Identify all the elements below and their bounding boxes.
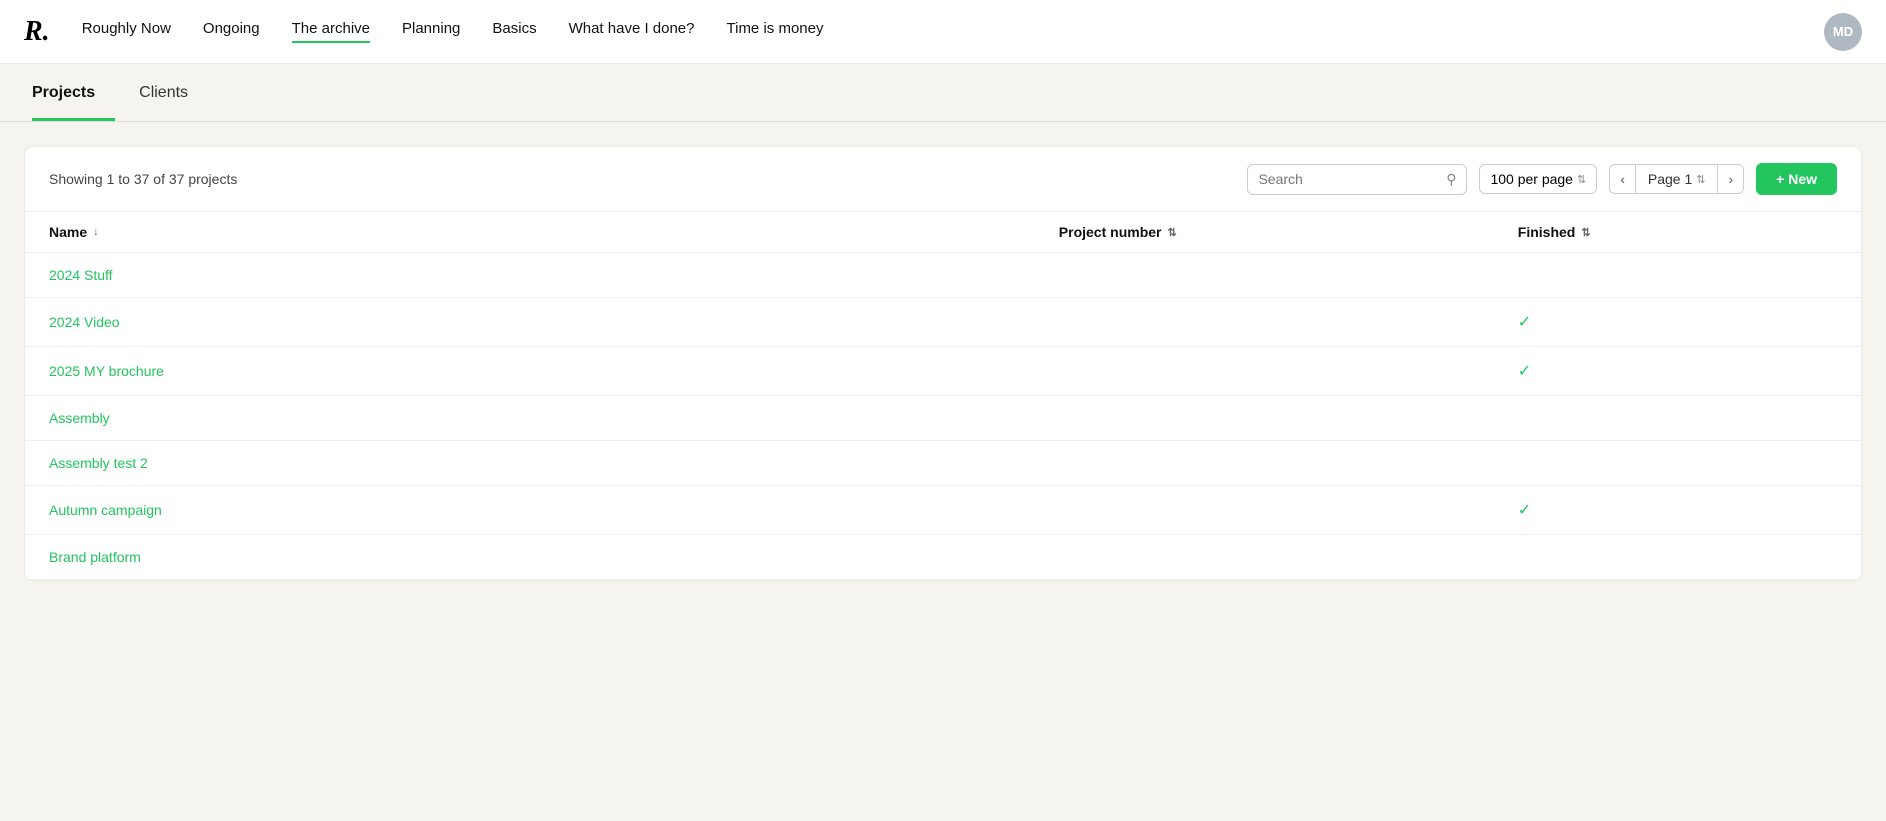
nav-planning[interactable]: Planning: [402, 20, 460, 43]
project-name-link[interactable]: 2024 Video: [49, 314, 120, 330]
table-row: 2024 Video ✓: [25, 298, 1861, 347]
finished-cell: [1494, 535, 1861, 580]
finished-cell: [1494, 253, 1861, 298]
table-container: Showing 1 to 37 of 37 projects ⚲ 100 per…: [24, 146, 1862, 581]
project-number-cell: [1035, 347, 1494, 396]
nav-the-archive[interactable]: The archive: [292, 20, 370, 43]
table-row: Autumn campaign ✓: [25, 486, 1861, 535]
toolbar: Showing 1 to 37 of 37 projects ⚲ 100 per…: [25, 147, 1861, 211]
finished-cell: ✓: [1494, 298, 1861, 347]
finished-checkmark: ✓: [1518, 502, 1531, 519]
project-name-link[interactable]: Autumn campaign: [49, 502, 162, 518]
pagination: ‹ Page 1 ⇅ ›: [1609, 164, 1744, 194]
search-icon: ⚲: [1446, 171, 1456, 188]
page-label: Page 1: [1648, 171, 1692, 187]
project-number-cell: [1035, 486, 1494, 535]
finished-cell: ✓: [1494, 347, 1861, 396]
prev-page-button[interactable]: ‹: [1610, 165, 1636, 193]
project-number-cell: [1035, 253, 1494, 298]
avatar[interactable]: MD: [1824, 13, 1862, 51]
nav-ongoing[interactable]: Ongoing: [203, 20, 260, 43]
per-page-label: 100 per page: [1490, 171, 1573, 187]
project-number-cell: [1035, 396, 1494, 441]
col-header-finished[interactable]: Finished ⇅: [1494, 212, 1861, 253]
table-row: Assembly: [25, 396, 1861, 441]
next-page-button[interactable]: ›: [1718, 165, 1743, 193]
name-sort-icon: ↓: [93, 226, 99, 238]
sub-tabs: Projects Clients: [0, 64, 1886, 122]
page-display: Page 1 ⇅: [1636, 165, 1719, 193]
project-name-link[interactable]: 2025 MY brochure: [49, 363, 164, 379]
showing-text: Showing 1 to 37 of 37 projects: [49, 171, 1235, 187]
finished-cell: ✓: [1494, 486, 1861, 535]
chevron-up-down-icon: ⇅: [1577, 173, 1586, 186]
search-wrapper: ⚲: [1247, 164, 1467, 195]
finished-cell: [1494, 396, 1861, 441]
projects-table: Name ↓ Project number ⇅ Finished ⇅: [25, 211, 1861, 580]
main-content: Showing 1 to 37 of 37 projects ⚲ 100 per…: [0, 122, 1886, 605]
col-header-project-number[interactable]: Project number ⇅: [1035, 212, 1494, 253]
project-name-link[interactable]: Assembly test 2: [49, 455, 148, 471]
top-nav: R. Roughly Now Ongoing The archive Plann…: [0, 0, 1886, 64]
project-number-cell: [1035, 535, 1494, 580]
finished-checkmark: ✓: [1518, 314, 1531, 331]
project-name-link[interactable]: 2024 Stuff: [49, 267, 113, 283]
col-header-name[interactable]: Name ↓: [25, 212, 1035, 253]
finished-sort-icon: ⇅: [1581, 226, 1590, 239]
project-number-sort-icon: ⇅: [1168, 226, 1177, 239]
table-row: Assembly test 2: [25, 441, 1861, 486]
nav-basics[interactable]: Basics: [492, 20, 536, 43]
tab-projects[interactable]: Projects: [32, 64, 115, 121]
project-name-link[interactable]: Brand platform: [49, 549, 141, 565]
table-row: Brand platform: [25, 535, 1861, 580]
nav-time-is-money[interactable]: Time is money: [727, 20, 824, 43]
project-number-cell: [1035, 298, 1494, 347]
table-body: 2024 Stuff 2024 Video ✓ 2025 MY brochure ✓ As…: [25, 253, 1861, 580]
search-input[interactable]: [1258, 171, 1440, 187]
finished-cell: [1494, 441, 1861, 486]
finished-checkmark: ✓: [1518, 363, 1531, 380]
project-name-link[interactable]: Assembly: [49, 410, 110, 426]
page-chevron-icon: ⇅: [1696, 173, 1705, 186]
nav-links: Roughly Now Ongoing The archive Planning…: [82, 20, 1824, 43]
logo[interactable]: R.: [24, 16, 50, 48]
nav-roughly-now[interactable]: Roughly Now: [82, 20, 171, 43]
table-row: 2024 Stuff: [25, 253, 1861, 298]
table-row: 2025 MY brochure ✓: [25, 347, 1861, 396]
new-button[interactable]: + New: [1756, 163, 1837, 195]
tab-clients[interactable]: Clients: [139, 64, 208, 121]
nav-what-have-i-done[interactable]: What have I done?: [569, 20, 695, 43]
table-header-row: Name ↓ Project number ⇅ Finished ⇅: [25, 212, 1861, 253]
project-number-cell: [1035, 441, 1494, 486]
per-page-select[interactable]: 100 per page ⇅: [1479, 164, 1597, 194]
